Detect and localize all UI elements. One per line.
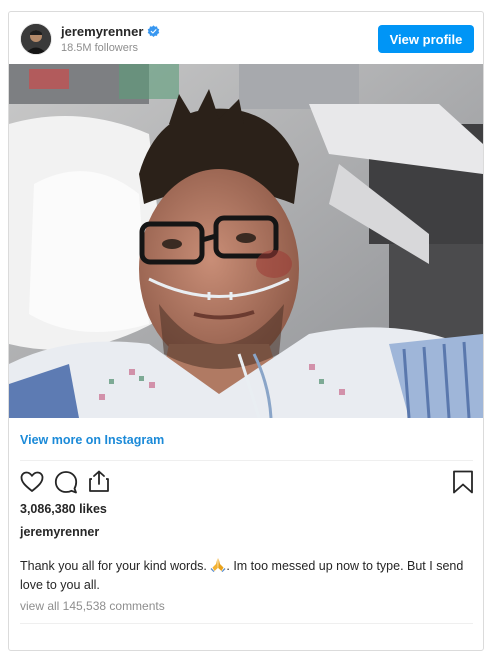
like-count: 3,086,380 likes (20, 502, 107, 516)
view-profile-button[interactable]: View profile (378, 25, 474, 53)
follower-count: 18.5M followers (61, 42, 139, 54)
caption-username[interactable]: jeremyrenner (20, 525, 99, 539)
avatar-image (21, 24, 51, 54)
bookmark-icon[interactable] (452, 470, 474, 499)
view-comments-link[interactable]: view all 145,538 comments (20, 599, 165, 613)
comment-bubble-icon[interactable] (54, 470, 78, 499)
view-more-link[interactable]: View more on Instagram (20, 433, 164, 447)
post-caption: Thank you all for your kind words. . Im … (20, 557, 470, 594)
caption-text-start: Thank you all for your kind words. (20, 559, 211, 573)
instagram-embed-card: jeremyrenner 18.5M followers View profil… (8, 11, 484, 651)
hospital-selfie-image (9, 64, 483, 418)
footer-divider (20, 623, 473, 624)
share-icon[interactable] (87, 469, 111, 498)
post-photo[interactable] (9, 64, 483, 418)
avatar[interactable] (20, 23, 52, 55)
folded-hands-emoji (210, 557, 226, 577)
action-divider (20, 460, 473, 461)
verified-badge-icon (147, 25, 160, 38)
heart-icon[interactable] (20, 470, 44, 499)
post-header: jeremyrenner 18.5M followers View profil… (9, 12, 483, 64)
header-username[interactable]: jeremyrenner (61, 24, 143, 39)
